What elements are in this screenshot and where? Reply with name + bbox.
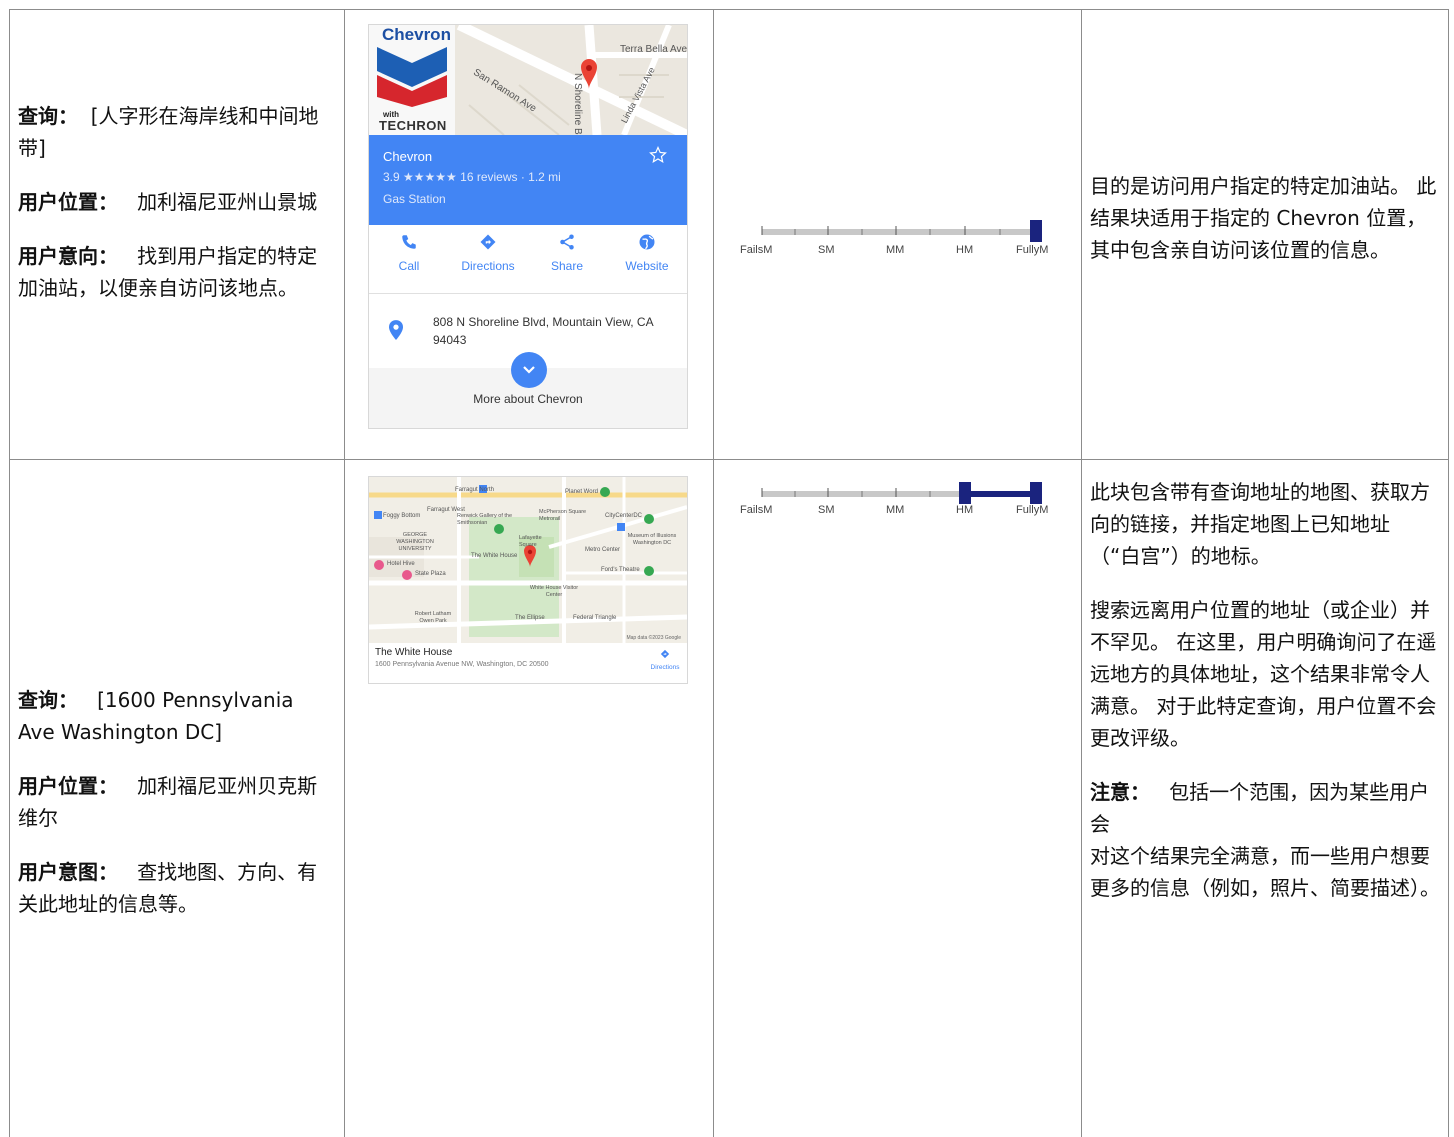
phone-icon [402, 235, 416, 249]
scale-label-hm: HM [956, 504, 974, 516]
directions-label: Directions [650, 664, 680, 671]
scale-label-sm: SM [818, 504, 835, 516]
column-divider [344, 10, 345, 1137]
directions-button[interactable]: Directions [647, 649, 683, 671]
directions-icon [480, 234, 496, 250]
result-card-white-house[interactable]: Farragut North Farragut West Foggy Botto… [368, 476, 688, 684]
map-label: Planet Word [565, 489, 598, 495]
map-thumbnail[interactable]: Farragut North Farragut West Foggy Botto… [369, 477, 687, 643]
rating-scale-track [761, 220, 1042, 242]
map-label: McPherson Square Metrorail [539, 509, 587, 522]
place-address: 1600 Pennsylvania Avenue NW, Washington,… [375, 661, 549, 668]
call-button[interactable]: Call [374, 233, 444, 273]
address-line-1: 808 N Shoreline Blvd, Mountain View, CA [433, 315, 654, 329]
logo-techron: TECHRON [379, 118, 447, 133]
comment-cell: 目的是访问用户指定的特定加油站。 此结果块适用于指定的 Chevron 位置，其… [1090, 170, 1440, 288]
rating-range-bar [965, 491, 1036, 497]
place-name: The White House [375, 647, 453, 658]
location-label: 用户位置： [18, 774, 118, 798]
scale-label-fully: FullyM [1016, 244, 1049, 256]
scale-label-sm: SM [818, 244, 835, 256]
globe-icon [639, 234, 655, 250]
map-attribution: Map data ©2023 Google [626, 635, 681, 641]
website-label: Website [625, 259, 669, 273]
query-label: 查询： [18, 688, 78, 712]
query-cell: 查询： [人字形在海岸线和中间地带] 用户位置： 加利福尼亚州山景城 用户意向：… [18, 100, 336, 326]
location-label: 用户位置： [18, 190, 118, 214]
scale-label-fully: FullyM [1016, 504, 1049, 516]
place-name: Chevron [383, 149, 433, 164]
action-row: Call Directions Share Website [369, 225, 687, 294]
scale-label-mm: MM [886, 504, 905, 516]
query-cell: 查询： [1600 Pennsylvania Ave Washington DC… [18, 684, 336, 942]
map-label: N Shoreline Blvd [572, 73, 583, 135]
scale-label-mm: MM [886, 244, 905, 256]
directions-button[interactable]: Directions [453, 233, 523, 273]
chevron-mark-icon [377, 47, 447, 107]
column-divider [1448, 10, 1449, 1137]
place-category: Gas Station [383, 192, 446, 206]
logo-text: Chevron [382, 25, 451, 44]
more-about-button[interactable]: More about Chevron [369, 352, 687, 428]
share-button[interactable]: Share [532, 233, 602, 273]
expand-button[interactable] [511, 352, 547, 388]
comment-paragraph: 搜索远离用户位置的地址（或企业）并不罕见。 在这里，用户明确询问了在遥远地方的具… [1090, 598, 1437, 750]
map-label: Metro Center [585, 547, 621, 553]
map-label: The White House [471, 553, 518, 559]
more-about-label: More about Chevron [473, 392, 583, 406]
map-label: Ford's Theatre [601, 567, 640, 573]
map-label: White House Visitor Center [529, 585, 579, 598]
note-continued: 对这个结果完全满意，而一些用户想要更多的信息（例如，照片、简要描述）。 [1090, 844, 1440, 900]
call-label: Call [398, 259, 420, 273]
share-label: Share [550, 259, 584, 273]
map-label: Renwick Gallery of the Smithsonian [457, 513, 513, 526]
column-divider [713, 10, 714, 1137]
map-label: Hotel Hive [387, 561, 415, 567]
note-label: 注意： [1090, 780, 1150, 804]
rating-marker [1030, 220, 1042, 242]
address-line-2: 94043 [433, 333, 467, 347]
map-label: Federal Triangle [573, 615, 617, 621]
map-label: Foggy Bottom [383, 513, 421, 519]
map-label: GEORGE WASHINGTON UNIVERSITY [396, 532, 434, 552]
map-label: The Ellipse [515, 615, 545, 621]
comment-paragraph: 此块包含带有查询地址的地图、获取方向的链接，并指定地图上已知地址（“白宫”）的地… [1090, 480, 1430, 568]
location-pin-icon [389, 320, 403, 340]
query-label: 查询： [18, 104, 78, 128]
place-header: Chevron 3.9 ★★★★★ 16 reviews · 1.2 mi Ga… [369, 135, 687, 225]
directions-label: Directions [461, 259, 515, 273]
website-button[interactable]: Website [612, 233, 682, 273]
place-rating: 3.9 ★★★★★ 16 reviews · 1.2 mi [383, 170, 561, 184]
map-label: Terra Bella Ave [620, 44, 687, 55]
comment-paragraph: 目的是访问用户指定的特定加油站。 此结果块适用于指定的 Chevron 位置，其… [1090, 174, 1437, 262]
map-label: Lafayette Square [519, 535, 542, 548]
map-label: Robert Latham Owen Park [414, 611, 452, 624]
map-label: State Plaza [415, 571, 446, 577]
column-divider [1081, 10, 1082, 1137]
map-label: Farragut North [455, 487, 495, 493]
intent-label: 用户意向： [18, 244, 118, 268]
scale-label-fails: FailsM [740, 504, 773, 516]
rating-scale-row2: FailsM SM MM HM FullyM [740, 478, 1060, 528]
map-label: Museum of Illusions Washington DC [627, 533, 677, 546]
intent-label: 用户意图： [18, 860, 118, 884]
result-card-chevron[interactable]: N Shoreline Blvd Terra Bella Ave San Ram… [368, 24, 688, 429]
map-thumbnail[interactable]: N Shoreline Blvd Terra Bella Ave San Ram… [369, 25, 687, 135]
rating-scale-row1: FailsM SM MM HM FullyM [740, 216, 1060, 266]
directions-icon [660, 649, 670, 659]
scale-label-hm: HM [956, 244, 974, 256]
comment-cell: 此块包含带有查询地址的地图、获取方向的链接，并指定地图上已知地址（“白宫”）的地… [1090, 476, 1440, 926]
star-icon[interactable] [649, 146, 667, 164]
scale-label-fails: FailsM [740, 244, 773, 256]
map-label: CityCenterDC [605, 513, 643, 519]
row-divider [10, 459, 1449, 460]
share-icon [560, 234, 574, 250]
chevron-logo: Chevron with TECHRON [369, 25, 455, 135]
location-value: 加利福尼亚州山景城 [137, 190, 318, 214]
chevron-down-icon [523, 366, 535, 374]
